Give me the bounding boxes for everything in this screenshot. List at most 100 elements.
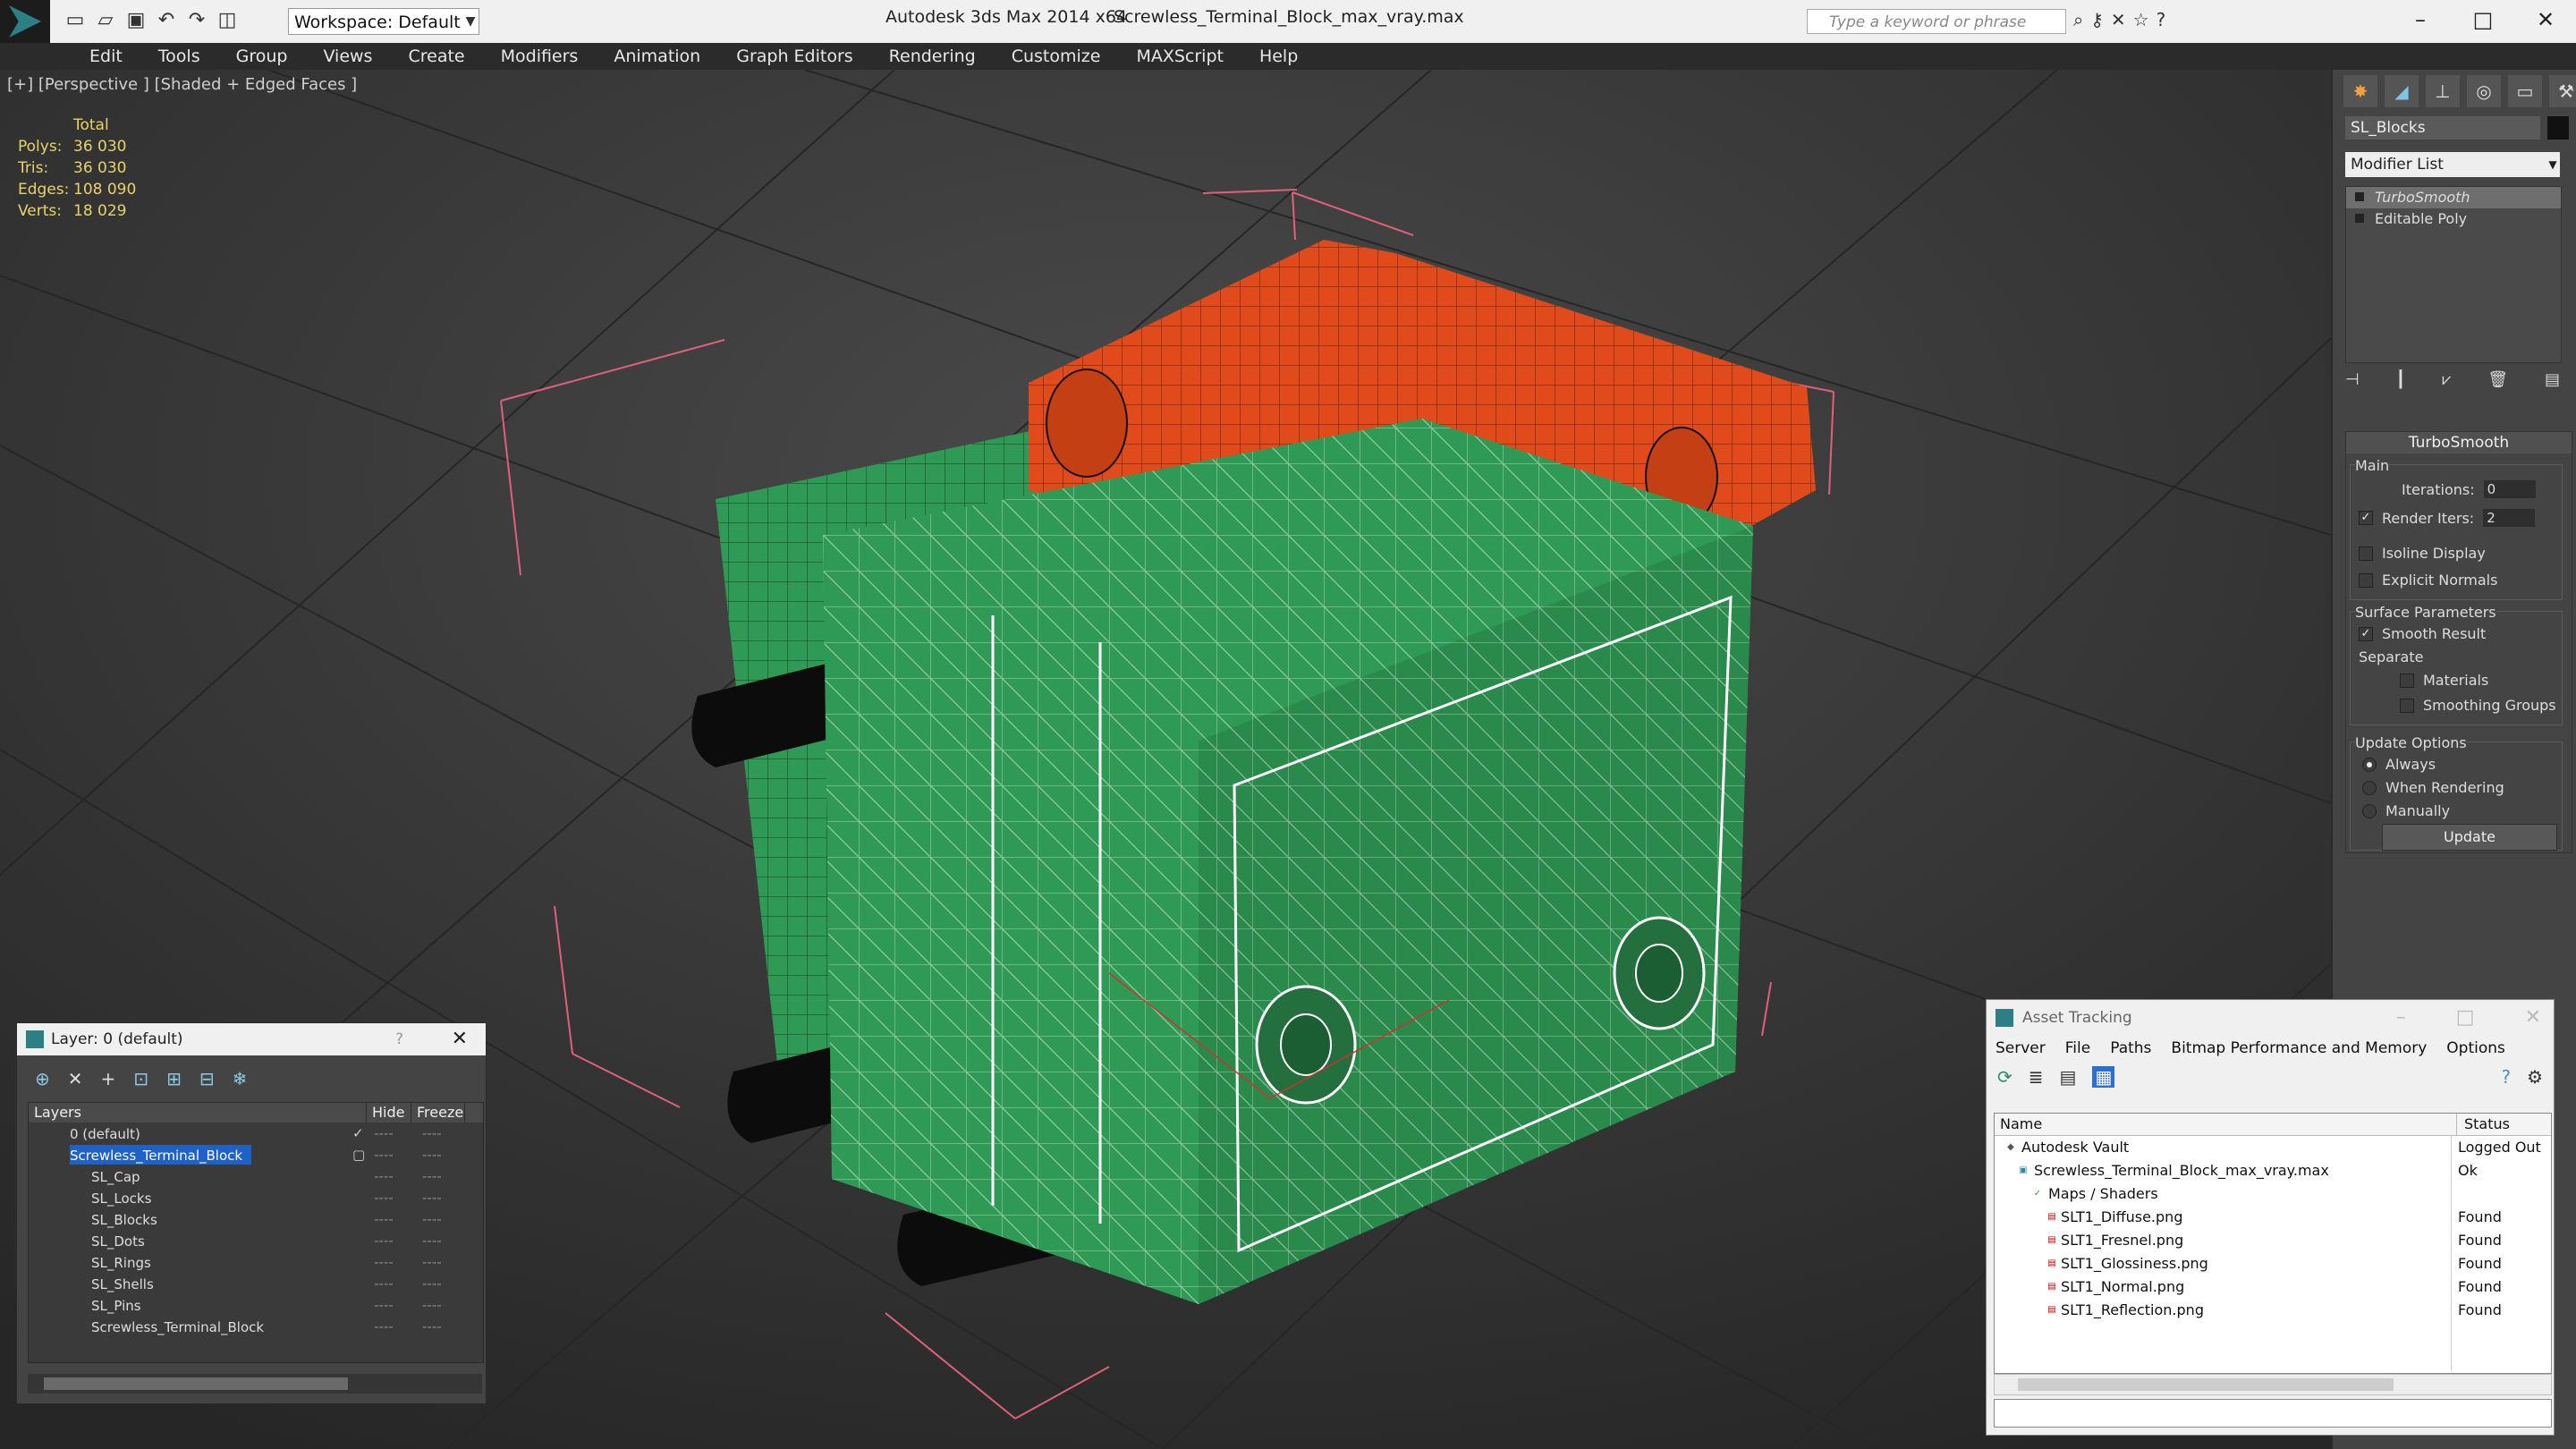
asset-window-titlebar[interactable]: Asset Tracking – □ ✕: [1987, 1000, 2554, 1036]
freeze-toggle[interactable]: ----: [422, 1165, 442, 1187]
horizontal-scrollbar[interactable]: [1994, 1374, 2552, 1395]
new-file-icon[interactable]: ▭: [64, 9, 86, 32]
favorites-star-icon[interactable]: ☆: [2133, 9, 2149, 30]
help-icon[interactable]: ?: [2501, 1066, 2511, 1088]
hierarchy-tab-icon[interactable]: ⊥: [2426, 75, 2460, 107]
modify-tab-icon[interactable]: ◢: [2385, 75, 2419, 107]
add-to-layer-icon[interactable]: +: [101, 1068, 116, 1089]
list-item[interactable]: ▤ SLT1_Fresnel.png Found: [1995, 1229, 2551, 1252]
freeze-toggle[interactable]: ----: [422, 1123, 442, 1144]
make-unique-icon[interactable]: ⩗: [2442, 370, 2451, 389]
freeze-toggle[interactable]: ----: [422, 1316, 442, 1337]
close-icon[interactable]: ✕: [452, 1023, 468, 1055]
hide-toggle[interactable]: ----: [374, 1316, 394, 1337]
undo-icon[interactable]: ↶: [156, 9, 177, 32]
close-icon[interactable]: ✕: [2525, 1000, 2541, 1036]
render-iters-checkbox[interactable]: ✓: [2359, 511, 2373, 525]
remove-modifier-icon[interactable]: 🗑: [2487, 370, 2508, 389]
open-file-icon[interactable]: ▱: [95, 9, 116, 32]
table-row[interactable]: SL_Shells ---- ----: [29, 1273, 483, 1294]
hide-toggle[interactable]: ----: [374, 1165, 394, 1187]
menu-tools[interactable]: Tools: [140, 43, 218, 70]
refresh-icon[interactable]: ⟳: [1997, 1066, 2012, 1088]
stack-item-turbosmooth[interactable]: TurboSmooth: [2346, 187, 2561, 208]
checkmark-icon[interactable]: ✓: [352, 1123, 364, 1144]
minimize-button[interactable]: –: [2392, 0, 2449, 43]
pin-stack-icon[interactable]: ⊣: [2345, 370, 2360, 389]
hide-all-icon[interactable]: ⊟: [199, 1068, 215, 1089]
path-field[interactable]: [1994, 1399, 2552, 1428]
hide-toggle[interactable]: ----: [374, 1144, 394, 1165]
menu-create[interactable]: Create: [390, 43, 482, 70]
always-radio[interactable]: [2362, 757, 2377, 772]
when-rendering-radio[interactable]: [2362, 780, 2377, 795]
table-row[interactable]: 0 (default) ✓ ---- ----: [29, 1123, 483, 1144]
horizontal-scrollbar[interactable]: [28, 1374, 482, 1394]
configure-sets-icon[interactable]: ▤: [2545, 370, 2560, 389]
binoculars-icon[interactable]: ⌕: [2073, 9, 2083, 30]
freeze-all-icon[interactable]: ❄: [233, 1068, 248, 1089]
menu-animation[interactable]: Animation: [596, 43, 718, 70]
column-hide[interactable]: Hide: [367, 1103, 411, 1123]
materials-checkbox[interactable]: [2400, 673, 2414, 688]
chevron-down-icon[interactable]: ▼: [462, 8, 479, 35]
hide-toggle[interactable]: ----: [374, 1230, 394, 1251]
object-color-swatch[interactable]: [2547, 116, 2569, 140]
hide-toggle[interactable]: ----: [374, 1208, 394, 1230]
smooth-result-checkbox[interactable]: ✓: [2359, 626, 2373, 641]
display-tab-icon[interactable]: ▭: [2508, 75, 2542, 107]
menu-rendering[interactable]: Rendering: [871, 43, 994, 70]
exchange-icon[interactable]: ✕: [2111, 9, 2126, 30]
lightbulb-icon[interactable]: [2355, 192, 2364, 201]
list-item[interactable]: ◆ Autodesk Vault Logged Out: [1995, 1136, 2551, 1159]
freeze-toggle[interactable]: ----: [422, 1251, 442, 1273]
object-name-field[interactable]: SL_Blocks: [2345, 116, 2540, 140]
delete-layer-icon[interactable]: ✕: [68, 1068, 83, 1089]
create-layer-icon[interactable]: ⊕: [35, 1068, 50, 1089]
menu-file[interactable]: File: [2065, 1036, 2090, 1061]
list-item[interactable]: ✓ Maps / Shaders: [1995, 1182, 2551, 1206]
hide-toggle[interactable]: ----: [374, 1187, 394, 1208]
render-iters-spinner[interactable]: 2: [2483, 509, 2536, 527]
list-item[interactable]: ▤ SLT1_Normal.png Found: [1995, 1275, 2551, 1299]
hide-toggle[interactable]: ----: [374, 1251, 394, 1273]
freeze-toggle[interactable]: ----: [422, 1187, 442, 1208]
close-button[interactable]: ✕: [2517, 0, 2574, 43]
menu-paths[interactable]: Paths: [2110, 1036, 2151, 1061]
table-row[interactable]: Screwless_Terminal_Block ---- ----: [29, 1316, 483, 1337]
menu-customize[interactable]: Customize: [994, 43, 1119, 70]
freeze-toggle[interactable]: ----: [422, 1230, 442, 1251]
smoothing-groups-checkbox[interactable]: [2400, 698, 2414, 713]
menu-modifiers[interactable]: Modifiers: [483, 43, 597, 70]
hide-toggle[interactable]: ----: [374, 1123, 394, 1144]
column-freeze[interactable]: Freeze: [411, 1103, 465, 1123]
viewport-label[interactable]: [+] [Perspective ] [Shaded + Edged Faces…: [7, 75, 357, 94]
chevron-down-icon[interactable]: ▼: [2544, 154, 2562, 175]
table-row[interactable]: SL_Dots ---- ----: [29, 1230, 483, 1251]
key-icon[interactable]: ⚷: [2090, 9, 2104, 30]
app-logo-icon[interactable]: [0, 0, 50, 43]
list-item[interactable]: ▤ SLT1_Diffuse.png Found: [1995, 1206, 2551, 1229]
column-name[interactable]: Name: [1995, 1114, 2457, 1135]
update-button[interactable]: Update: [2382, 824, 2557, 851]
column-layers[interactable]: Layers: [29, 1103, 367, 1123]
freeze-toggle[interactable]: ----: [422, 1208, 442, 1230]
menu-help[interactable]: Help: [1241, 43, 1316, 70]
layer-window-titlebar[interactable]: Layer: 0 (default) ? ✕: [17, 1023, 486, 1055]
menu-maxscript[interactable]: MAXScript: [1118, 43, 1241, 70]
project-folder-icon[interactable]: ◫: [216, 9, 238, 32]
table-row[interactable]: SL_Blocks ---- ----: [29, 1208, 483, 1230]
manually-radio[interactable]: [2362, 803, 2377, 818]
expand-plus-icon[interactable]: [2355, 214, 2364, 223]
column-status[interactable]: Status: [2457, 1114, 2510, 1135]
table-row[interactable]: SL_Cap ---- ----: [29, 1165, 483, 1187]
maximize-button[interactable]: □: [2454, 0, 2512, 43]
stack-item-editable-poly[interactable]: Editable Poly: [2346, 208, 2561, 230]
select-objects-icon[interactable]: ⊡: [133, 1068, 148, 1089]
search-input[interactable]: Type a keyword or phrase: [1807, 9, 2066, 34]
utilities-tab-icon[interactable]: ⚒: [2549, 75, 2576, 107]
table-row[interactable]: Screwless_Terminal_Block ▢ ---- ----: [29, 1144, 483, 1165]
table-row[interactable]: SL_Rings ---- ----: [29, 1251, 483, 1273]
workspace-dropdown[interactable]: Workspace: Default: [288, 8, 479, 35]
redo-icon[interactable]: ↷: [186, 9, 208, 32]
